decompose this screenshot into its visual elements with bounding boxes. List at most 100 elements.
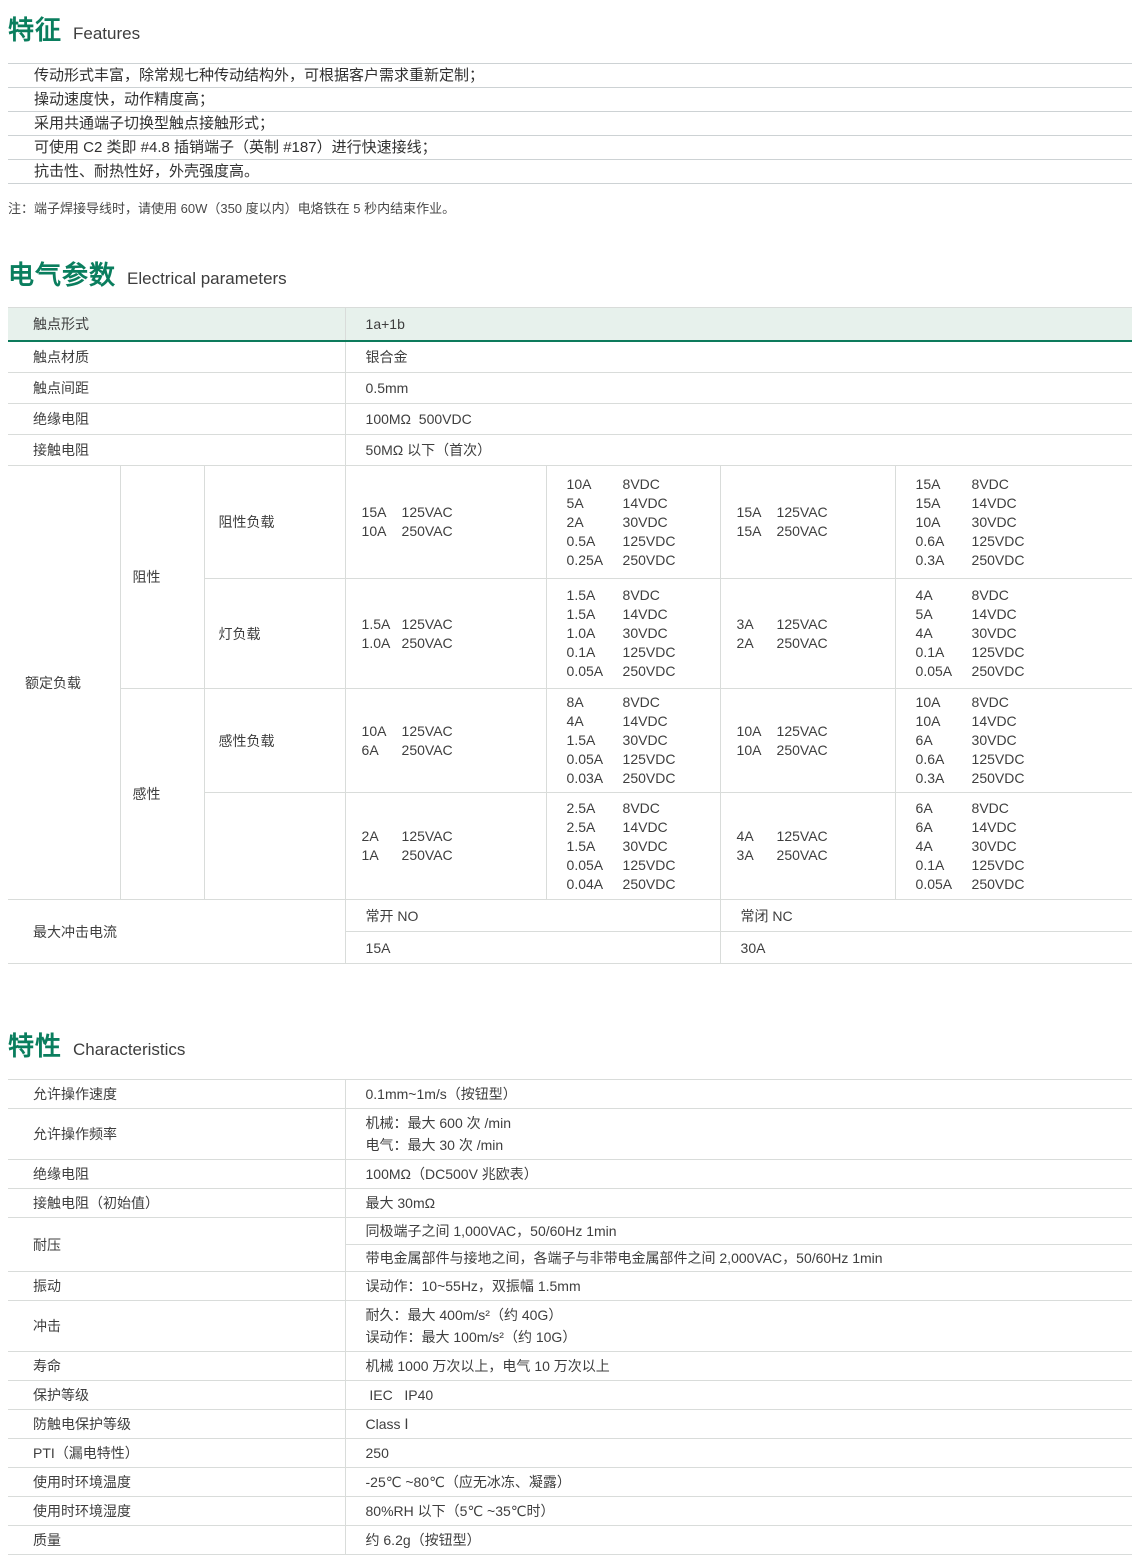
voltage-value: 30VDC	[623, 731, 668, 750]
rating-pair: 0.04A250VDC	[567, 875, 716, 894]
current-value: 2A	[737, 634, 777, 653]
voltage-value: 250VDC	[623, 662, 676, 681]
characteristic-value: -25℃ ~80℃（应无冰冻、凝露）	[345, 1468, 1132, 1497]
current-value: 4A	[567, 712, 623, 731]
characteristic-label: 耐压	[8, 1218, 345, 1272]
ac-rating-cell: 10A125VAC6A250VAC	[345, 689, 546, 793]
voltage-value: 125VDC	[972, 750, 1025, 769]
rating-pair: 1.0A250VAC	[362, 634, 542, 653]
value-line: 耐久：最大 400m/s²（约 40G）	[346, 1304, 1133, 1326]
current-value: 15A	[362, 503, 402, 522]
current-value: 0.5A	[567, 532, 623, 551]
voltage-value: 125VAC	[777, 615, 828, 634]
electrical-title-en: Electrical parameters	[127, 269, 287, 289]
current-value: 2A	[567, 513, 623, 532]
voltage-value: 14VDC	[972, 605, 1017, 624]
rating-pair: 15A125VAC	[362, 503, 542, 522]
current-value: 1.5A	[567, 586, 623, 605]
voltage-value: 250VDC	[972, 769, 1025, 788]
rating-pair: 10A14VDC	[916, 712, 1128, 731]
rating-pair: 1.5A30VDC	[567, 837, 716, 856]
load-type-label: 阻性负载	[204, 466, 345, 579]
voltage-value: 250VAC	[402, 634, 453, 653]
voltage-value: 8VDC	[623, 475, 660, 494]
inductive-group-label: 感性	[120, 689, 204, 900]
current-value: 10A	[916, 712, 972, 731]
value-line: 带电金属部件与接地之间，各端子与非带电金属部件之间 2,000VAC，50/60…	[346, 1244, 1133, 1271]
rating-pair: 4A125VAC	[737, 827, 891, 846]
current-value: 0.1A	[567, 643, 623, 662]
voltage-value: 8VDC	[623, 586, 660, 605]
current-value: 10A	[737, 741, 777, 760]
voltage-value: 8VDC	[972, 586, 1009, 605]
characteristic-label: 绝缘电阻	[8, 1160, 345, 1189]
features-list: 传动形式丰富，除常规七种传动结构外，可根据客户需求重新定制；操动速度快，动作精度…	[8, 63, 1132, 184]
features-note: 注：端子焊接导线时，请使用 60W（350 度以内）电烙铁在 5 秒内结束作业。	[8, 198, 1132, 217]
characteristics-row: 允许操作频率机械：最大 600 次 /min电气：最大 30 次 /min	[8, 1109, 1132, 1160]
row-label: 触点间距	[8, 373, 345, 404]
rating-pair: 0.1A125VDC	[916, 643, 1128, 662]
current-value: 4A	[737, 827, 777, 846]
current-value: 3A	[737, 846, 777, 865]
current-value: 10A	[362, 522, 402, 541]
rating-pair: 2.5A8VDC	[567, 799, 716, 818]
value-line: 约 6.2g（按钮型）	[346, 1529, 1133, 1551]
rating-pair: 4A8VDC	[916, 586, 1128, 605]
voltage-value: 30VDC	[972, 837, 1017, 856]
characteristics-row: 保护等级 IEC IP40	[8, 1381, 1132, 1410]
voltage-value: 14VDC	[623, 712, 668, 731]
voltage-value: 125VAC	[777, 503, 828, 522]
rating-pair: 0.3A250VDC	[916, 551, 1128, 570]
features-heading: 特征 Features	[8, 10, 1132, 47]
current-value: 0.1A	[916, 643, 972, 662]
characteristics-row: 耐压同极端子之间 1,000VAC，50/60Hz 1min带电金属部件与接地之…	[8, 1218, 1132, 1272]
current-value: 0.3A	[916, 769, 972, 788]
load-type-label: 感性负载	[204, 689, 345, 793]
current-value: 15A	[737, 503, 777, 522]
rating-pair: 4A30VDC	[916, 624, 1128, 643]
current-value: 10A	[916, 693, 972, 712]
rating-pair: 15A14VDC	[916, 494, 1128, 513]
ac-rating-cell: 15A125VAC15A250VAC	[720, 466, 895, 579]
characteristics-row: 使用时环境温度-25℃ ~80℃（应无冰冻、凝露）	[8, 1468, 1132, 1497]
rating-pair: 10A8VDC	[916, 693, 1128, 712]
rating-pair: 1A250VAC	[362, 846, 542, 865]
voltage-value: 125VDC	[972, 532, 1025, 551]
voltage-value: 250VAC	[402, 741, 453, 760]
dc-rating-cell: 10A8VDC5A14VDC2A30VDC0.5A125VDC0.25A250V…	[546, 466, 720, 579]
current-value: 15A	[916, 494, 972, 513]
ac-rating-cell: 15A125VAC10A250VAC	[345, 466, 546, 579]
rating-pair: 2A30VDC	[567, 513, 716, 532]
rating-pair: 0.1A125VDC	[916, 856, 1128, 875]
value-line: 机械 1000 万次以上，电气 10 万次以上	[346, 1355, 1133, 1377]
current-value: 4A	[916, 837, 972, 856]
value-line: 误动作：最大 100m/s²（约 10G）	[346, 1326, 1133, 1348]
characteristic-label: PTI（漏电特性）	[8, 1439, 345, 1468]
characteristic-label: 振动	[8, 1272, 345, 1301]
voltage-value: 125VDC	[623, 750, 676, 769]
rating-pair: 0.5A125VDC	[567, 532, 716, 551]
rating-pair: 10A30VDC	[916, 513, 1128, 532]
characteristic-label: 保护等级	[8, 1381, 345, 1410]
electrical-title-zh: 电气参数	[8, 255, 116, 292]
rating-pair: 1.5A14VDC	[567, 605, 716, 624]
dc-rating-cell: 8A8VDC4A14VDC1.5A30VDC0.05A125VDC0.03A25…	[546, 689, 720, 793]
voltage-value: 14VDC	[972, 818, 1017, 837]
current-value: 0.25A	[567, 551, 623, 570]
voltage-value: 125VAC	[402, 827, 453, 846]
current-value: 6A	[916, 799, 972, 818]
characteristic-value: 250	[345, 1439, 1132, 1468]
electrical-row: 接触电阻 50MΩ 以下（首次）	[8, 435, 1132, 466]
current-value: 4A	[916, 624, 972, 643]
voltage-value: 14VDC	[972, 494, 1017, 513]
rating-pair: 1.0A30VDC	[567, 624, 716, 643]
voltage-value: 125VAC	[402, 722, 453, 741]
rating-pair: 6A30VDC	[916, 731, 1128, 750]
contact-form-label: 触点形式	[8, 308, 345, 342]
current-value: 0.05A	[916, 662, 972, 681]
characteristic-label: 使用时环境温度	[8, 1468, 345, 1497]
voltage-value: 30VDC	[623, 513, 668, 532]
current-value: 10A	[916, 513, 972, 532]
characteristics-row: 防触电保护等级Class Ⅰ	[8, 1410, 1132, 1439]
voltage-value: 250VDC	[972, 662, 1025, 681]
